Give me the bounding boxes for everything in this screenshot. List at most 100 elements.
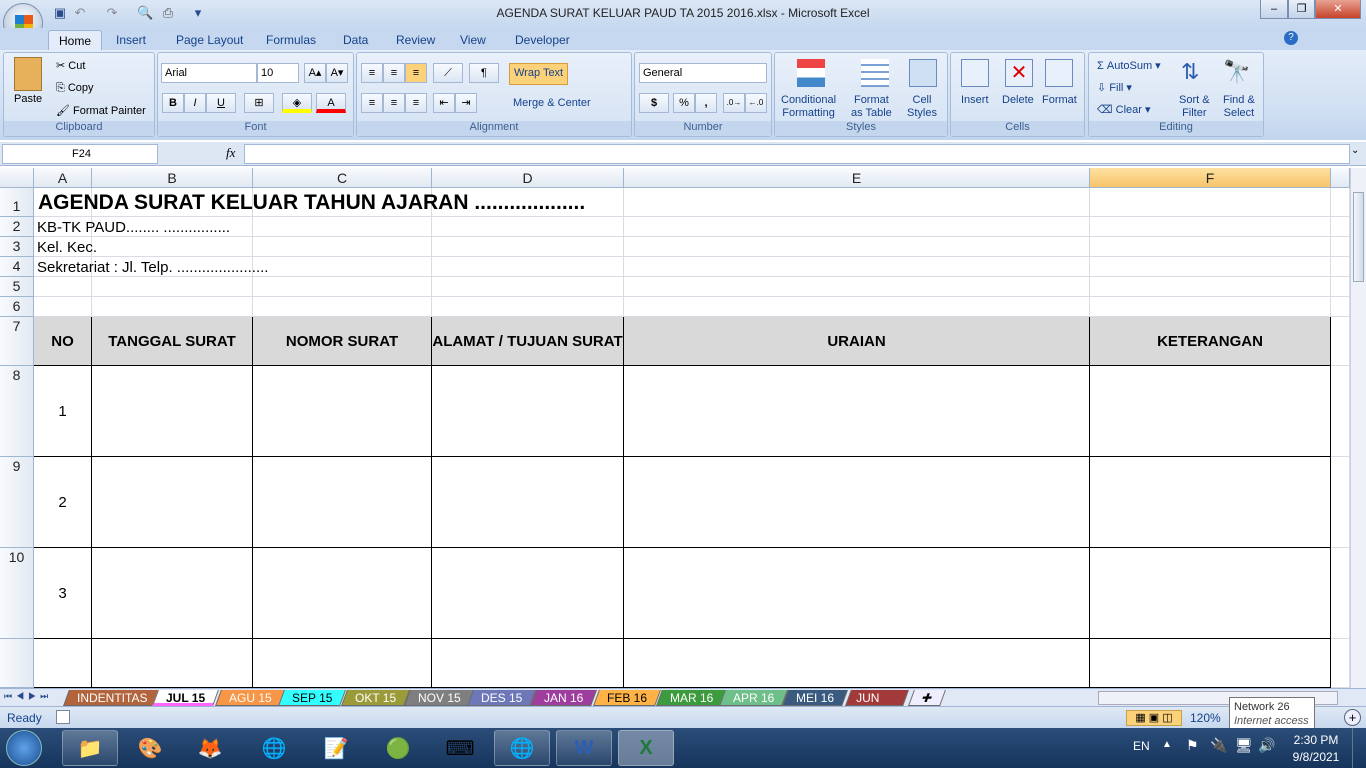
cell[interactable]	[624, 188, 1090, 217]
cell[interactable]	[1331, 257, 1350, 277]
cell[interactable]	[1090, 257, 1331, 277]
column-header[interactable]	[1331, 168, 1350, 188]
text-direction-icon[interactable]: ¶	[469, 63, 499, 83]
column-header[interactable]: D	[432, 168, 624, 188]
currency-button[interactable]: $	[639, 93, 669, 113]
number-format-select[interactable]: General	[639, 63, 767, 83]
paste-button[interactable]: Paste	[14, 93, 42, 105]
format-painter-button[interactable]: 🖌 Format Painter	[56, 104, 146, 117]
table-header-cell[interactable]: KETERANGAN	[1090, 317, 1331, 366]
row-header[interactable]: 10	[0, 548, 34, 639]
show-hidden-icons[interactable]: ▲	[1162, 739, 1172, 750]
align-right-icon[interactable]: ≡	[405, 93, 427, 113]
cell-styles-button[interactable]: Cell Styles	[907, 94, 937, 120]
cell[interactable]	[1090, 457, 1331, 548]
align-middle-icon[interactable]: ≡	[383, 63, 405, 83]
cell[interactable]	[432, 366, 624, 457]
cell[interactable]	[624, 366, 1090, 457]
tab-home[interactable]: Home	[48, 30, 103, 50]
show-desktop-button[interactable]	[1352, 728, 1366, 768]
font-name-select[interactable]: Arial	[161, 63, 257, 83]
sheet-tab[interactable]: SEP 15	[278, 690, 347, 706]
insert-button[interactable]: Insert	[961, 94, 989, 106]
cell[interactable]	[92, 366, 253, 457]
cell[interactable]	[624, 548, 1090, 639]
tab-developer[interactable]: Developer	[505, 30, 580, 50]
tab-page-layout[interactable]: Page Layout	[166, 30, 253, 50]
row-header[interactable]: 4	[0, 257, 34, 277]
sheet-tab[interactable]: INDENTITAS	[63, 690, 162, 706]
decrease-indent-icon[interactable]: ⇤	[433, 93, 455, 113]
close-button[interactable]: ✕	[1315, 0, 1361, 19]
decrease-decimal-icon[interactable]: ←.0	[745, 93, 767, 113]
volume-icon[interactable]: 🔊	[1258, 737, 1275, 754]
cell[interactable]	[1331, 457, 1350, 548]
expand-formula-icon[interactable]: ⌄	[1351, 145, 1359, 156]
bold-button[interactable]: B	[162, 93, 184, 113]
undo-icon[interactable]: ↶	[72, 5, 88, 21]
cell[interactable]	[92, 297, 253, 317]
cell[interactable]	[432, 297, 624, 317]
cell[interactable]	[624, 277, 1090, 297]
cell[interactable]	[624, 457, 1090, 548]
language-indicator[interactable]: EN	[1133, 739, 1150, 753]
cell[interactable]	[1090, 188, 1331, 217]
delete-button[interactable]: Delete	[1002, 94, 1034, 106]
sheet-tab[interactable]: AGU 15	[215, 690, 286, 706]
sheet-tab[interactable]: JAN 16	[530, 690, 598, 706]
taskbar-explorer-icon[interactable]: 📁	[62, 730, 118, 766]
font-color-icon[interactable]: A	[316, 93, 346, 113]
grow-font-button[interactable]: A▴	[304, 63, 326, 83]
zoom-level[interactable]: 120%	[1190, 711, 1221, 725]
cell[interactable]	[1090, 277, 1331, 297]
print-icon[interactable]: ⎙	[160, 5, 176, 21]
cell[interactable]	[624, 237, 1090, 257]
cell[interactable]	[1331, 548, 1350, 639]
italic-button[interactable]: I	[184, 93, 206, 113]
increase-decimal-icon[interactable]: .0→	[723, 93, 745, 113]
cell[interactable]	[1090, 548, 1331, 639]
cell[interactable]	[1331, 317, 1350, 366]
sheet-tab[interactable]: FEB 16	[593, 690, 661, 706]
align-top-icon[interactable]: ≡	[361, 63, 383, 83]
cell[interactable]	[1331, 297, 1350, 317]
taskbar-chrome-icon[interactable]: 🌐	[246, 730, 302, 766]
clock[interactable]: 2:30 PM 9/8/2021	[1286, 733, 1346, 764]
cell[interactable]	[92, 237, 253, 257]
cell[interactable]	[1331, 639, 1350, 688]
insert-function-icon[interactable]: fx	[226, 145, 235, 161]
row-number-cell[interactable]: 3	[34, 548, 92, 639]
row-header[interactable]: 2	[0, 217, 34, 237]
cell[interactable]	[253, 366, 432, 457]
name-box[interactable]: F24	[2, 144, 158, 164]
taskbar-paint-icon[interactable]: 🎨	[122, 730, 178, 766]
table-header-cell[interactable]: TANGGAL SURAT	[92, 317, 253, 366]
taskbar-excel-icon[interactable]: X	[618, 730, 674, 766]
tab-view[interactable]: View	[450, 30, 496, 50]
scroll-thumb[interactable]	[1353, 192, 1364, 282]
table-header-cell[interactable]: ALAMAT / TUJUAN SURAT	[432, 317, 624, 366]
align-bottom-icon[interactable]: ≡	[405, 63, 427, 83]
percent-button[interactable]: %	[673, 93, 695, 113]
cell[interactable]	[432, 457, 624, 548]
action-center-icon[interactable]: ⚑	[1186, 737, 1199, 754]
sheet-tab[interactable]: JUN 16	[845, 690, 909, 721]
network-icon[interactable]: 🖥	[1235, 737, 1253, 754]
cell[interactable]	[432, 237, 624, 257]
taskbar-keyboard-icon[interactable]: ⌨	[432, 730, 488, 766]
cell[interactable]	[1090, 297, 1331, 317]
cell[interactable]	[1090, 366, 1331, 457]
cell[interactable]	[34, 297, 92, 317]
cell[interactable]	[253, 639, 432, 688]
cell[interactable]	[432, 277, 624, 297]
cell[interactable]	[1331, 217, 1350, 237]
formula-input[interactable]	[244, 144, 1350, 164]
insert-sheet-icon[interactable]: ✚	[908, 690, 946, 706]
sheet-tab[interactable]: NOV 15	[404, 690, 475, 706]
tab-review[interactable]: Review	[386, 30, 445, 50]
align-left-icon[interactable]: ≡	[361, 93, 383, 113]
comma-button[interactable]: ,	[695, 93, 717, 113]
tab-insert[interactable]: Insert	[106, 30, 156, 50]
conditional-formatting-button[interactable]: Conditional Formatting	[781, 94, 836, 120]
fill-color-icon[interactable]: ◈	[282, 93, 312, 113]
